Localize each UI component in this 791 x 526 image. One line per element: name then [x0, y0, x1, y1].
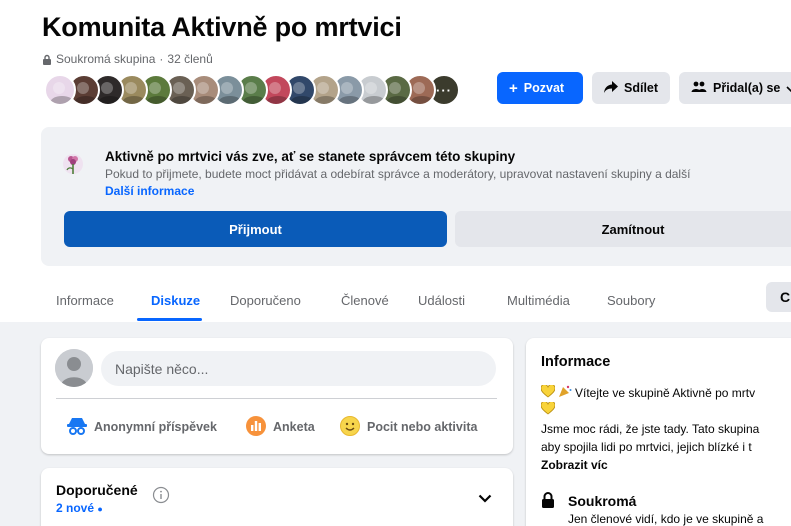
avatar-shade: [122, 96, 146, 104]
invite-label: Pozvat: [523, 81, 565, 95]
avatar-highlight: [341, 82, 353, 94]
tab-soubory[interactable]: Soubory: [607, 280, 655, 320]
avatar-highlight: [197, 82, 209, 94]
poll-label: Anketa: [273, 420, 315, 434]
tab-doporuceno[interactable]: Doporučeno: [230, 280, 301, 320]
member-avatar[interactable]: [44, 74, 76, 106]
avatar-shade: [290, 96, 314, 104]
poll-icon: [245, 415, 267, 440]
avatar-highlight: [317, 82, 329, 94]
tab-more-button[interactable]: C: [766, 282, 791, 312]
composer-divider: [56, 398, 497, 399]
new-dot-icon: ●: [97, 504, 103, 514]
group-title: Komunita Aktivně po mrtvici: [42, 12, 402, 42]
share-arrow-icon: [604, 80, 618, 96]
privacy-label[interactable]: Soukromá skupina: [56, 52, 155, 66]
avatar-highlight: [53, 82, 65, 94]
avatar-shade: [194, 96, 218, 104]
private-title: Soukromá: [568, 493, 637, 509]
avatar-highlight: [413, 82, 425, 94]
user-avatar[interactable]: [55, 349, 93, 387]
meta-separator: ·: [159, 52, 164, 66]
group-meta: Soukromá skupina · 32 členů: [42, 52, 213, 66]
avatar-highlight: [125, 82, 137, 94]
avatar-shade: [386, 96, 410, 104]
feeling-button[interactable]: Pocit nebo aktivita: [339, 415, 477, 439]
active-tab-indicator: [137, 318, 202, 321]
private-text: Jen členové vidí, kdo je ve skupině a: [568, 512, 764, 526]
avatar-highlight: [149, 82, 161, 94]
share-button[interactable]: Sdílet: [592, 72, 670, 104]
about-welcome: Vítejte ve skupině Aktivně po mrtv: [540, 384, 756, 401]
joined-label: Přidal(a) se: [713, 81, 781, 95]
member-count[interactable]: 32 členů: [167, 52, 212, 66]
tab-udalosti[interactable]: Události: [418, 280, 465, 320]
avatar-shade: [410, 96, 434, 104]
avatar-highlight: [293, 82, 305, 94]
anonymous-icon: [66, 416, 88, 439]
plus-icon: +: [509, 79, 518, 97]
chevron-down-icon: [786, 81, 791, 95]
party-icon: [558, 385, 572, 401]
avatar-shade: [266, 96, 290, 104]
tab-clenove[interactable]: Členové: [341, 280, 389, 320]
share-label: Sdílet: [624, 81, 659, 95]
anonymous-post-button[interactable]: Anonymní příspěvek: [66, 415, 217, 439]
heart-icon: [540, 401, 556, 420]
flower-icon: [62, 152, 84, 183]
members-icon: [691, 81, 707, 96]
see-more-link[interactable]: Zobrazit víc: [541, 458, 608, 472]
avatar-shade: [362, 96, 386, 104]
avatar-highlight: [389, 82, 401, 94]
avatar-shade: [50, 96, 74, 104]
avatar-shade: [314, 96, 338, 104]
avatar-highlight: [221, 82, 233, 94]
anonymous-label: Anonymní příspěvek: [94, 420, 217, 434]
avatar-shade: [338, 96, 362, 104]
banner-text: Pokud to přijmete, budete moct přidávat …: [105, 167, 691, 181]
decline-button[interactable]: Zamítnout: [455, 211, 791, 247]
avatar-highlight: [245, 82, 257, 94]
about-line-2: Jsme moc rádi, že jste tady. Tato skupin…: [541, 422, 760, 436]
avatar-highlight: [101, 82, 113, 94]
avatar-shade: [74, 96, 98, 104]
new-count-label: 2 nové: [56, 501, 95, 515]
heart-icon: [540, 384, 556, 401]
tab-multimedia[interactable]: Multimédia: [507, 280, 570, 320]
accept-button[interactable]: Přijmout: [64, 211, 447, 247]
avatar-shade: [218, 96, 242, 104]
invite-button[interactable]: + Pozvat: [497, 72, 583, 104]
more-info-link[interactable]: Další informace: [105, 184, 194, 198]
smiley-icon: [339, 415, 361, 440]
welcome-text: Vítejte ve skupině Aktivně po mrtv: [575, 386, 756, 400]
recommended-new-count: 2 nové ●: [56, 501, 103, 515]
avatar-shade: [98, 96, 122, 104]
avatar-shade: [146, 96, 170, 104]
lock-icon: [541, 492, 555, 513]
avatar-shade: [170, 96, 194, 104]
avatar-highlight: [269, 82, 281, 94]
avatar-highlight: [77, 82, 89, 94]
post-input[interactable]: Napište něco...: [101, 351, 496, 386]
about-title: Informace: [541, 354, 611, 370]
avatar-highlight: [365, 82, 377, 94]
feeling-label: Pocit nebo aktivita: [367, 420, 478, 434]
recommended-title: Doporučené: [56, 482, 138, 498]
tab-diskuze[interactable]: Diskuze: [151, 280, 200, 320]
chevron-down-icon[interactable]: [478, 490, 492, 508]
avatar-highlight: [173, 82, 185, 94]
member-avatars[interactable]: ···: [44, 74, 460, 106]
joined-button[interactable]: Přidal(a) se: [679, 72, 791, 104]
info-icon[interactable]: [152, 486, 170, 504]
banner-title: Aktivně po mrtvici vás zve, ať se stanet…: [105, 149, 516, 164]
about-line-3: aby spojila lidi po mrtvici, jejich blíz…: [541, 440, 752, 454]
poll-button[interactable]: Anketa: [245, 415, 315, 439]
lock-icon: [42, 54, 52, 65]
avatar-shade: [242, 96, 266, 104]
tab-informace[interactable]: Informace: [56, 280, 114, 320]
